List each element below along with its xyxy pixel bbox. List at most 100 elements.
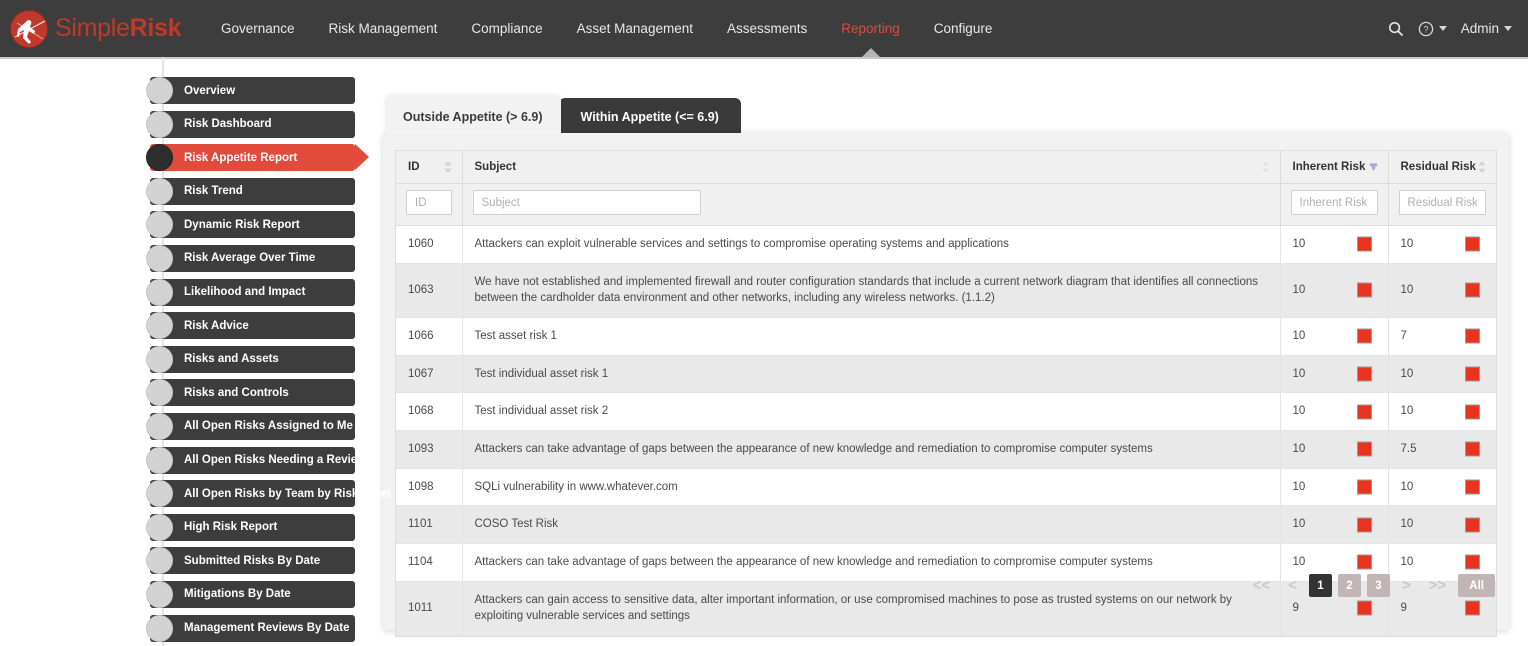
search-icon[interactable] [1388, 21, 1404, 37]
pagination-last-button[interactable]: >> [1423, 574, 1453, 597]
user-menu[interactable]: Admin [1461, 21, 1512, 36]
sidebar-item-submitted-risks-by-date[interactable]: Submitted Risks By Date [140, 547, 370, 575]
sidebar-item-likelihood-and-impact[interactable]: Likelihood and Impact [140, 278, 370, 306]
filter-input-subject[interactable] [472, 190, 701, 215]
filter-cell-subject [462, 183, 1281, 226]
sidebar-item-label: All Open Risks Needing a Review [184, 454, 367, 467]
table-row[interactable]: 1063 We have not established and impleme… [396, 263, 1496, 319]
sidebar-item-label: Risk Dashboard [184, 118, 272, 131]
cell-residual-risk: 7.5 [1388, 430, 1496, 469]
nav-item-risk-management[interactable]: Risk Management [312, 0, 455, 57]
table-filter-row [396, 183, 1496, 226]
sidebar-item-risk-trend[interactable]: Risk Trend [140, 177, 370, 205]
table-row[interactable]: 1101 COSO Test Risk 10 10 [396, 505, 1496, 545]
sidebar-item-all-open-risks-needing-a-review[interactable]: All Open Risks Needing a Review [140, 446, 370, 474]
cell-inherent-risk: 10 [1280, 355, 1389, 394]
sidebar-item-risks-and-controls[interactable]: Risks and Controls [140, 379, 370, 407]
tab-outside-appetite[interactable]: Outside Appetite (> 6.9) [385, 96, 561, 135]
risk-level-chip [1465, 517, 1480, 533]
risk-level-chip [1465, 366, 1480, 382]
sidebar-item-label: Risk Trend [184, 185, 243, 198]
sidebar-item-risks-and-assets[interactable]: Risks and Assets [140, 345, 370, 373]
top-nav-items: Governance Risk Management Compliance As… [204, 0, 1009, 57]
sidebar-item-all-open-risks-by-team-by-risk-level[interactable]: All Open Risks by Team by Risk Level [140, 480, 391, 508]
pagination-page-1[interactable]: 1 [1309, 574, 1332, 597]
sidebar-item-risk-dashboard[interactable]: Risk Dashboard [140, 110, 370, 138]
reporting-sidebar: Overview Risk Dashboard Risk Appetite Re… [140, 57, 391, 646]
pagination-page-2[interactable]: 2 [1338, 574, 1361, 597]
risk-level-chip [1465, 441, 1480, 457]
residual-risk-value: 10 [1400, 367, 1414, 380]
residual-risk-value: 7.5 [1400, 443, 1417, 456]
brand-logo-area[interactable]: SimpleRisk [0, 9, 190, 48]
nav-item-assessments[interactable]: Assessments [710, 0, 824, 57]
tab-within-appetite[interactable]: Within Appetite (<= 6.9) [558, 98, 741, 135]
cell-inherent-risk: 10 [1280, 225, 1389, 264]
sidebar-item-label: Dynamic Risk Report [184, 218, 300, 231]
risk-level-chip [1465, 404, 1480, 420]
pagination-next-button[interactable]: > [1396, 574, 1417, 597]
sidebar-item-mitigations-by-date[interactable]: Mitigations By Date [140, 580, 370, 608]
filter-input-residual-risk[interactable] [1398, 190, 1486, 215]
nav-item-governance[interactable]: Governance [204, 0, 312, 57]
filter-input-inherent-risk[interactable] [1290, 190, 1378, 215]
cell-inherent-risk: 10 [1280, 468, 1389, 507]
sidebar-item-risk-advice[interactable]: Risk Advice [140, 312, 370, 340]
column-header-inherent-risk[interactable]: Inherent Risk [1280, 151, 1389, 184]
sidebar-item-label: All Open Risks by Team by Risk Level [184, 487, 391, 500]
inherent-risk-value: 10 [1292, 367, 1306, 380]
sort-descending-icon [1369, 163, 1377, 171]
table-row[interactable]: 1066 Test asset risk 1 10 7 [396, 317, 1496, 356]
pagination-page-3[interactable]: 3 [1367, 574, 1390, 597]
nav-item-configure[interactable]: Configure [917, 0, 1010, 57]
sidebar-item-risk-appetite-report[interactable]: Risk Appetite Report [140, 144, 370, 172]
sidebar-item-all-open-risks-assigned-to-me[interactable]: All Open Risks Assigned to Me [140, 412, 370, 440]
table-row[interactable]: 1068 Test individual asset risk 2 10 10 [396, 392, 1496, 432]
sidebar-item-label: Risk Advice [184, 319, 249, 332]
bullet-icon [146, 480, 173, 508]
sidebar-item-management-reviews-by-date[interactable]: Management Reviews By Date [140, 614, 370, 642]
cell-residual-risk: 10 [1388, 468, 1496, 507]
bullet-icon [146, 77, 173, 104]
cell-id: 1066 [396, 317, 463, 356]
bullet-icon [146, 580, 173, 608]
nav-item-reporting[interactable]: Reporting [824, 0, 917, 57]
cell-id: 1011 [396, 581, 463, 637]
risk-level-chip [1465, 479, 1480, 495]
pagination-first-button[interactable]: << [1247, 574, 1277, 597]
sidebar-item-overview[interactable]: Overview [140, 77, 370, 104]
sidebar-item-label: All Open Risks Assigned to Me [184, 420, 353, 433]
sidebar-item-risk-average-over-time[interactable]: Risk Average Over Time [140, 244, 370, 272]
sidebar-item-dynamic-risk-report[interactable]: Dynamic Risk Report [140, 211, 370, 239]
column-label: ID [408, 161, 420, 173]
table-row[interactable]: 1060 Attackers can exploit vulnerable se… [396, 225, 1496, 264]
filter-input-id[interactable] [406, 190, 452, 215]
table-row[interactable]: 1093 Attackers can take advantage of gap… [396, 430, 1496, 469]
cell-residual-risk: 10 [1388, 505, 1496, 545]
column-header-residual-risk[interactable]: Residual Risk [1388, 151, 1496, 184]
filter-cell-residual-risk [1388, 183, 1496, 226]
chevron-down-icon [1438, 26, 1447, 31]
column-header-id[interactable]: ID [396, 151, 463, 184]
risk-level-chip [1356, 236, 1372, 252]
pagination-prev-button[interactable]: < [1282, 574, 1303, 597]
column-header-subject[interactable]: Subject [462, 151, 1281, 184]
nav-item-asset-management[interactable]: Asset Management [560, 0, 710, 57]
cell-inherent-risk: 10 [1280, 317, 1389, 356]
bullet-icon [146, 312, 173, 340]
cell-residual-risk: 10 [1388, 225, 1496, 264]
bullet-icon [146, 614, 173, 642]
cell-id: 1101 [396, 505, 463, 545]
cell-subject: Test individual asset risk 1 [462, 355, 1281, 394]
inherent-risk-value: 10 [1292, 330, 1306, 343]
bullet-icon [146, 244, 173, 272]
sidebar-item-label: Overview [184, 84, 236, 97]
sidebar-item-high-risk-report[interactable]: High Risk Report [140, 513, 370, 541]
pagination-all-button[interactable]: All [1458, 574, 1495, 597]
sidebar-item-label: High Risk Report [184, 521, 278, 534]
table-row[interactable]: 1098 SQLi vulnerability in www.whatever.… [396, 468, 1496, 507]
help-circle-icon[interactable]: ? [1418, 21, 1447, 37]
nav-item-compliance[interactable]: Compliance [454, 0, 559, 57]
risk-level-chip [1356, 328, 1372, 344]
table-row[interactable]: 1067 Test individual asset risk 1 10 10 [396, 355, 1496, 394]
